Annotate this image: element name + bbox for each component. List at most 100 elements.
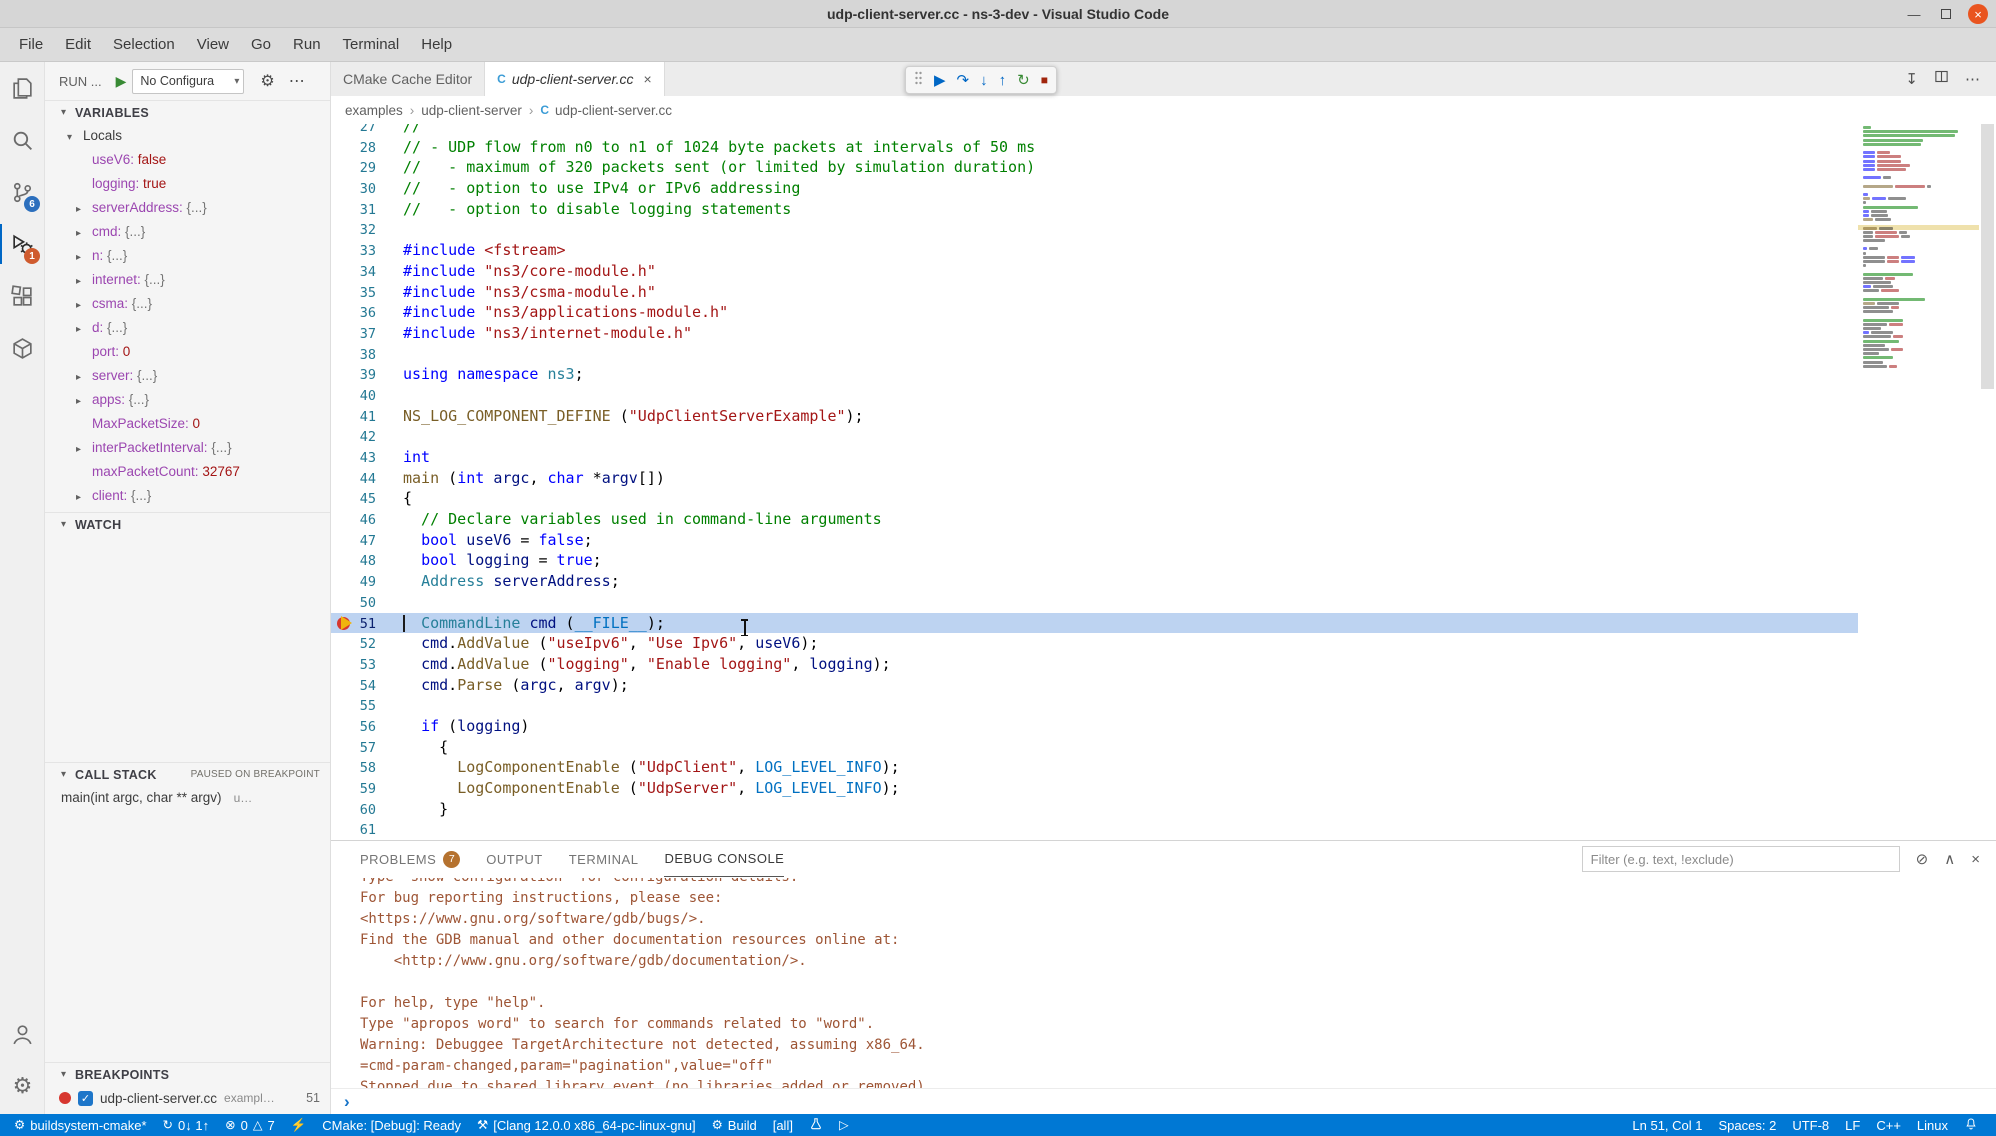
- minimap[interactable]: [1858, 124, 1979, 840]
- code-line-34[interactable]: 34#include "ns3/core-module.h": [331, 261, 1996, 282]
- line-number[interactable]: 31: [331, 200, 376, 221]
- restart-icon[interactable]: ↻: [1017, 73, 1030, 88]
- line-number[interactable]: 42: [331, 427, 376, 448]
- line-number[interactable]: 59: [331, 779, 376, 800]
- code-line-31[interactable]: 31// - option to disable logging stateme…: [331, 199, 1996, 220]
- breadcrumb-folder[interactable]: examples: [345, 103, 403, 118]
- breadcrumb-folder[interactable]: udp-client-server: [421, 103, 522, 118]
- status-cmake-build-variant[interactable]: ⚙buildsystem-cmake*: [6, 1114, 155, 1136]
- editor-scrollbar[interactable]: [1979, 124, 1996, 840]
- menu-help[interactable]: Help: [410, 28, 463, 62]
- stack-frame-row[interactable]: main(int argc, char ** argv)u…: [45, 786, 330, 810]
- maximize-icon[interactable]: [1936, 4, 1956, 24]
- code-line-48[interactable]: 48 bool logging = true;: [331, 550, 1996, 571]
- line-number[interactable]: 54: [331, 676, 376, 697]
- step-into-icon[interactable]: ↓: [980, 73, 988, 88]
- code-line-32[interactable]: 32: [331, 219, 1996, 240]
- code-line-27[interactable]: 27//: [331, 124, 1996, 137]
- variable-serverAddress[interactable]: ▸serverAddress: {...}: [45, 196, 330, 220]
- start-debug-icon[interactable]: ▶: [116, 73, 127, 90]
- line-number[interactable]: 43: [331, 448, 376, 469]
- menu-run[interactable]: Run: [282, 28, 332, 62]
- code-line-36[interactable]: 36#include "ns3/applications-module.h": [331, 302, 1996, 323]
- code-line-53[interactable]: 53 cmd.AddValue ("logging", "Enable logg…: [331, 654, 1996, 675]
- accounts-icon[interactable]: [0, 1008, 45, 1060]
- more-actions-icon[interactable]: ⋯: [289, 71, 306, 91]
- line-number[interactable]: 53: [331, 655, 376, 676]
- status-cmake-kit[interactable]: ⚒[Clang 12.0.0 x86_64-pc-linux-gnu]: [469, 1114, 704, 1136]
- code-line-59[interactable]: 59 LogComponentEnable ("UdpServer", LOG_…: [331, 778, 1996, 799]
- clear-console-icon[interactable]: ⊘: [1916, 850, 1929, 868]
- line-number[interactable]: 45: [331, 489, 376, 510]
- variable-internet[interactable]: ▸internet: {...}: [45, 268, 330, 292]
- variable-logging[interactable]: logging: true: [45, 172, 330, 196]
- menu-selection[interactable]: Selection: [102, 28, 186, 62]
- variable-MaxPacketSize[interactable]: MaxPacketSize: 0: [45, 412, 330, 436]
- code-line-42[interactable]: 42: [331, 426, 1996, 447]
- code-line-52[interactable]: 52 cmd.AddValue ("useIpv6", "Use Ipv6", …: [331, 633, 1996, 654]
- code-line-44[interactable]: 44main (int argc, char *argv[]): [331, 468, 1996, 489]
- code-line-60[interactable]: 60 }: [331, 799, 1996, 820]
- extensions-icon[interactable]: [0, 270, 45, 322]
- line-number[interactable]: 38: [331, 345, 376, 366]
- run-debug-icon[interactable]: 1: [0, 218, 45, 270]
- source-control-icon[interactable]: 6: [0, 166, 45, 218]
- status-ctest[interactable]: [801, 1114, 831, 1136]
- breakpoint-row[interactable]: ✓ udp-client-server.cc exampl… 51: [45, 1086, 330, 1110]
- code-line-58[interactable]: 58 LogComponentEnable ("UdpClient", LOG_…: [331, 757, 1996, 778]
- line-number[interactable]: 39: [331, 365, 376, 386]
- line-number[interactable]: 55: [331, 696, 376, 717]
- code-line-55[interactable]: 55: [331, 695, 1996, 716]
- close-tab-icon[interactable]: ×: [643, 71, 651, 87]
- variable-n[interactable]: ▸n: {...}: [45, 244, 330, 268]
- line-number[interactable]: 33: [331, 241, 376, 262]
- debug-config-dropdown[interactable]: No Configura▾: [132, 69, 244, 94]
- menu-go[interactable]: Go: [240, 28, 282, 62]
- line-number[interactable]: 27: [331, 124, 376, 138]
- line-number[interactable]: 28: [331, 138, 376, 159]
- variable-useV6[interactable]: useV6: false: [45, 148, 330, 172]
- line-number[interactable]: 60: [331, 800, 376, 821]
- step-out-icon[interactable]: ↑: [999, 73, 1007, 88]
- breadcrumb-file[interactable]: udp-client-server.cc: [555, 103, 672, 118]
- split-editor-icon[interactable]: [1934, 69, 1949, 89]
- line-number[interactable]: 52: [331, 634, 376, 655]
- code-line-46[interactable]: 46 // Declare variables used in command-…: [331, 509, 1996, 530]
- menu-view[interactable]: View: [186, 28, 240, 62]
- line-number[interactable]: 40: [331, 386, 376, 407]
- variable-port[interactable]: port: 0: [45, 340, 330, 364]
- code-line-35[interactable]: 35#include "ns3/csma-module.h": [331, 282, 1996, 303]
- continue-icon[interactable]: ▶: [934, 73, 946, 88]
- status-encoding[interactable]: UTF-8: [1784, 1114, 1837, 1136]
- variable-cmd[interactable]: ▸cmd: {...}: [45, 220, 330, 244]
- variable-interPacketInterval[interactable]: ▸interPacketInterval: {...}: [45, 436, 330, 460]
- debug-console-input[interactable]: ›: [331, 1088, 1996, 1114]
- watch-section-header[interactable]: ▾ WATCH: [45, 512, 330, 536]
- breakpoint-checkbox[interactable]: ✓: [78, 1091, 93, 1106]
- menu-edit[interactable]: Edit: [54, 28, 102, 62]
- line-number[interactable]: 50: [331, 593, 376, 614]
- step-over-icon[interactable]: ↷: [957, 73, 970, 88]
- search-icon[interactable]: [0, 114, 45, 166]
- line-number[interactable]: 32: [331, 220, 376, 241]
- line-number[interactable]: 34: [331, 262, 376, 283]
- line-number[interactable]: 37: [331, 324, 376, 345]
- code-line-57[interactable]: 57 {: [331, 737, 1996, 758]
- locals-scope-row[interactable]: ▾Locals: [45, 124, 330, 148]
- close-icon[interactable]: ×: [1968, 4, 1988, 24]
- panel-tab-debug-console[interactable]: DEBUG CONSOLE: [664, 842, 784, 877]
- line-number[interactable]: 56: [331, 717, 376, 738]
- maximize-panel-icon[interactable]: ∧: [1944, 850, 1955, 868]
- code-line-41[interactable]: 41NS_LOG_COMPONENT_DEFINE ("UdpClientSer…: [331, 406, 1996, 427]
- code-line-40[interactable]: 40: [331, 385, 1996, 406]
- line-number[interactable]: 41: [331, 407, 376, 428]
- code-line-61[interactable]: 61: [331, 819, 1996, 840]
- code-line-38[interactable]: 38: [331, 344, 1996, 365]
- status-language-mode[interactable]: C++: [1868, 1114, 1909, 1136]
- status-cursor-position[interactable]: Ln 51, Col 1: [1624, 1114, 1710, 1136]
- line-number[interactable]: 30: [331, 179, 376, 200]
- code-line-45[interactable]: 45{: [331, 488, 1996, 509]
- line-number[interactable]: 29: [331, 158, 376, 179]
- explorer-icon[interactable]: [0, 62, 45, 114]
- line-number[interactable]: 57: [331, 738, 376, 759]
